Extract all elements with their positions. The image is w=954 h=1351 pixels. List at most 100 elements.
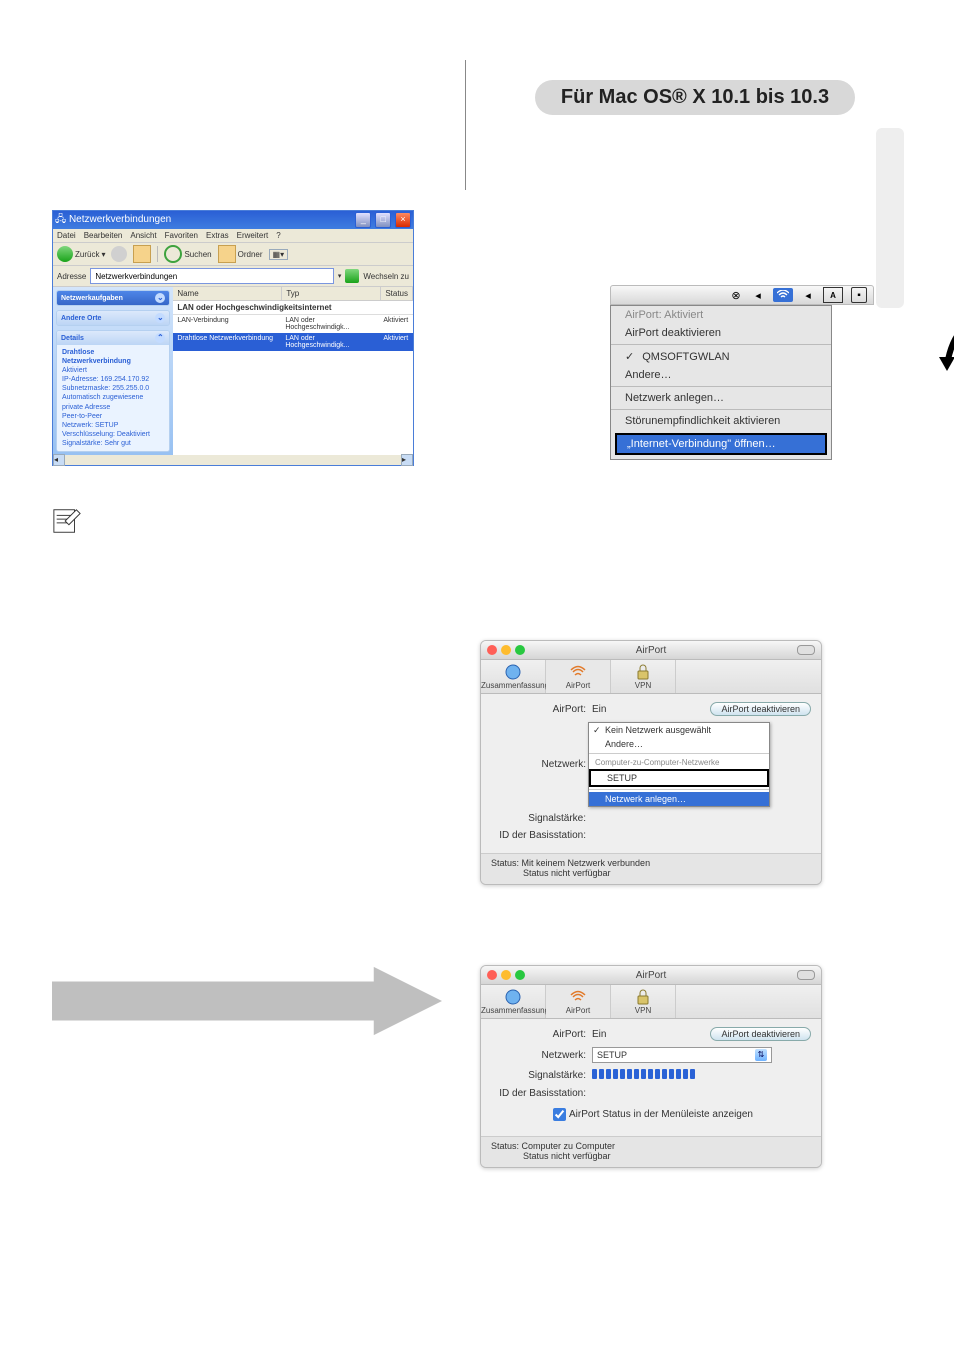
network-popup: Kein Netzwerk ausgewählt Andere… Compute…: [588, 722, 770, 807]
address-label: Adresse: [57, 272, 86, 281]
menu-item-other[interactable]: Andere…: [611, 366, 831, 384]
note-icon: [52, 506, 82, 536]
window-title: AirPort: [481, 645, 821, 656]
network-select[interactable]: SETUP ⇅: [592, 1047, 772, 1063]
label-baseid: ID der Basisstation:: [491, 830, 592, 841]
section-heading: Für Mac OS® X 10.1 bis 10.3: [535, 80, 855, 115]
detail-line: IP-Adresse: 169.254.170.92: [62, 376, 149, 383]
battery-icon[interactable]: ▪: [851, 287, 867, 303]
back-button[interactable]: Zurück ▾: [57, 246, 105, 262]
menu-item-create[interactable]: Netzwerk anlegen…: [611, 389, 831, 407]
menu-edit[interactable]: Bearbeiten: [84, 231, 123, 240]
xp-panel-details: Details⌃ Drahtlose Netzwerkverbindung Ak…: [56, 330, 170, 452]
menu-item-deactivate[interactable]: AirPort deaktivieren: [611, 324, 831, 342]
collapse-icon[interactable]: ⌄: [155, 313, 165, 323]
menu-item-interference[interactable]: Störunempfindlichkeit aktivieren: [611, 412, 831, 430]
tab-airport[interactable]: AirPort: [546, 985, 611, 1018]
detail-line: Subnetzmaske: 255.255.0.0: [62, 385, 149, 392]
step-arrow-icon: [52, 966, 442, 1036]
tab-vpn[interactable]: VPN: [611, 985, 676, 1018]
xp-addressbar: Adresse ▾ Wechseln zu: [53, 266, 413, 287]
window-title: AirPort: [481, 970, 821, 981]
expand-icon[interactable]: ⌃: [155, 333, 165, 343]
tab-vpn[interactable]: VPN: [611, 660, 676, 693]
menubar-unknown-icon[interactable]: ◂: [801, 288, 815, 302]
details-heading: Drahtlose Netzwerkverbindung: [62, 349, 131, 365]
folders-button[interactable]: Ordner: [218, 245, 263, 263]
xp-window-title: Netzwerkverbindungen: [69, 214, 171, 225]
tab-summary[interactable]: Zusammenfassung: [481, 660, 546, 693]
status-line2: Status nicht verfügbar: [523, 868, 811, 878]
menu-view[interactable]: Ansicht: [130, 231, 156, 240]
list-item[interactable]: LAN-Verbindung LAN oder Hochgeschwindigk…: [173, 315, 413, 333]
address-input[interactable]: [90, 268, 333, 284]
tab-summary[interactable]: Zusammenfassung: [481, 985, 546, 1018]
xp-window-icon: 🖧: [55, 214, 69, 225]
label-signal: Signalstärke:: [491, 1070, 592, 1081]
xp-toolbar: Zurück ▾ Suchen Ordner ▦▾: [53, 243, 413, 266]
xp-network-connections-window: 🖧 Netzwerkverbindungen _ □ × Datei Bearb…: [52, 210, 414, 466]
menu-tools[interactable]: Extras: [206, 231, 229, 240]
menubar-unknown-icon[interactable]: ⊗: [729, 288, 743, 302]
maximize-button[interactable]: □: [375, 212, 391, 228]
signal-strength-meter: [592, 1069, 695, 1079]
go-button[interactable]: [345, 269, 359, 283]
speaker-icon[interactable]: ◂: [751, 288, 765, 302]
airport-window-popup: AirPort Zusammenfassung AirPort VPN AirP…: [480, 640, 822, 885]
menu-file[interactable]: Datei: [57, 231, 76, 240]
search-button[interactable]: Suchen: [164, 245, 211, 263]
list-item-selected[interactable]: Drahtlose Netzwerkverbindung LAN oder Ho…: [173, 333, 413, 351]
chevron-updown-icon: ⇅: [755, 1049, 767, 1061]
menu-fav[interactable]: Favoriten: [165, 231, 198, 240]
menu-adv[interactable]: Erweitert: [237, 231, 269, 240]
detail-line: Signalstärke: Sehr gut: [62, 440, 131, 447]
label-baseid: ID der Basisstation:: [491, 1088, 592, 1099]
go-label: Wechseln zu: [363, 272, 409, 281]
xp-hscrollbar[interactable]: ◂▸: [53, 455, 413, 465]
toolbar-toggle-button[interactable]: [797, 970, 815, 980]
menu-help[interactable]: ?: [276, 231, 280, 240]
up-button[interactable]: [133, 245, 151, 263]
col-name[interactable]: Name: [173, 287, 282, 300]
show-menubar-checkbox[interactable]: [553, 1108, 566, 1121]
folder-icon: [218, 245, 236, 263]
airport-menu-dropdown: AirPort: Aktiviert AirPort deaktivieren …: [610, 305, 832, 460]
close-button[interactable]: ×: [395, 212, 411, 228]
menu-item-network[interactable]: QMSOFTGWLAN: [611, 347, 831, 366]
detail-line: Aktiviert: [62, 367, 87, 374]
menu-item-open-internet[interactable]: „Internet-Verbindung" öffnen…: [615, 433, 827, 455]
status-line1: Status: Mit keinem Netzwerk verbunden: [491, 858, 811, 868]
xp-listview: Name Typ Status LAN oder Hochgeschwindig…: [173, 287, 413, 455]
show-menubar-label: AirPort Status in der Menüleiste anzeige…: [569, 1109, 753, 1120]
mac-menubar: ⊗ ◂ ◂ A ▪: [610, 285, 874, 305]
detail-line: Verschlüsselung: Deaktiviert: [62, 431, 150, 438]
deactivate-button[interactable]: AirPort deaktivieren: [710, 702, 811, 716]
popup-item-other[interactable]: Andere…: [589, 737, 769, 751]
label-airport: AirPort:: [491, 1029, 592, 1040]
status-line2: Status nicht verfügbar: [523, 1151, 811, 1161]
airport-window-connected: AirPort Zusammenfassung AirPort VPN AirP…: [480, 965, 822, 1168]
input-source-icon[interactable]: A: [823, 287, 843, 303]
tab-airport[interactable]: AirPort: [546, 660, 611, 693]
deactivate-button[interactable]: AirPort deaktivieren: [710, 1027, 811, 1041]
status-line1: Status: Computer zu Computer: [491, 1141, 811, 1151]
forward-button[interactable]: [111, 246, 127, 262]
menu-item-status: AirPort: Aktiviert: [611, 306, 831, 324]
popup-item-none[interactable]: Kein Netzwerk ausgewählt: [589, 723, 769, 737]
popup-item-setup[interactable]: SETUP: [589, 769, 769, 787]
label-network: Netzwerk:: [491, 759, 592, 770]
panel-title: Netzwerkaufgaben: [61, 295, 123, 302]
airport-value: Ein: [592, 704, 606, 715]
minimize-button[interactable]: _: [355, 212, 371, 228]
popup-item-create[interactable]: Netzwerk anlegen…: [589, 792, 769, 806]
label-signal: Signalstärke:: [491, 813, 592, 824]
airport-menubar-icon[interactable]: [773, 288, 793, 302]
collapse-icon[interactable]: ⌄: [155, 293, 165, 303]
views-button[interactable]: ▦▾: [269, 249, 289, 260]
xp-panel-tasks: Netzwerkaufgaben ⌄: [56, 290, 170, 306]
toolbar-toggle-button[interactable]: [797, 645, 815, 655]
xp-menubar[interactable]: Datei Bearbeiten Ansicht Favoriten Extra…: [53, 229, 413, 243]
detail-line: Peer-to-Peer: [62, 413, 102, 420]
col-type[interactable]: Typ: [282, 287, 381, 300]
col-status[interactable]: Status: [381, 287, 413, 300]
